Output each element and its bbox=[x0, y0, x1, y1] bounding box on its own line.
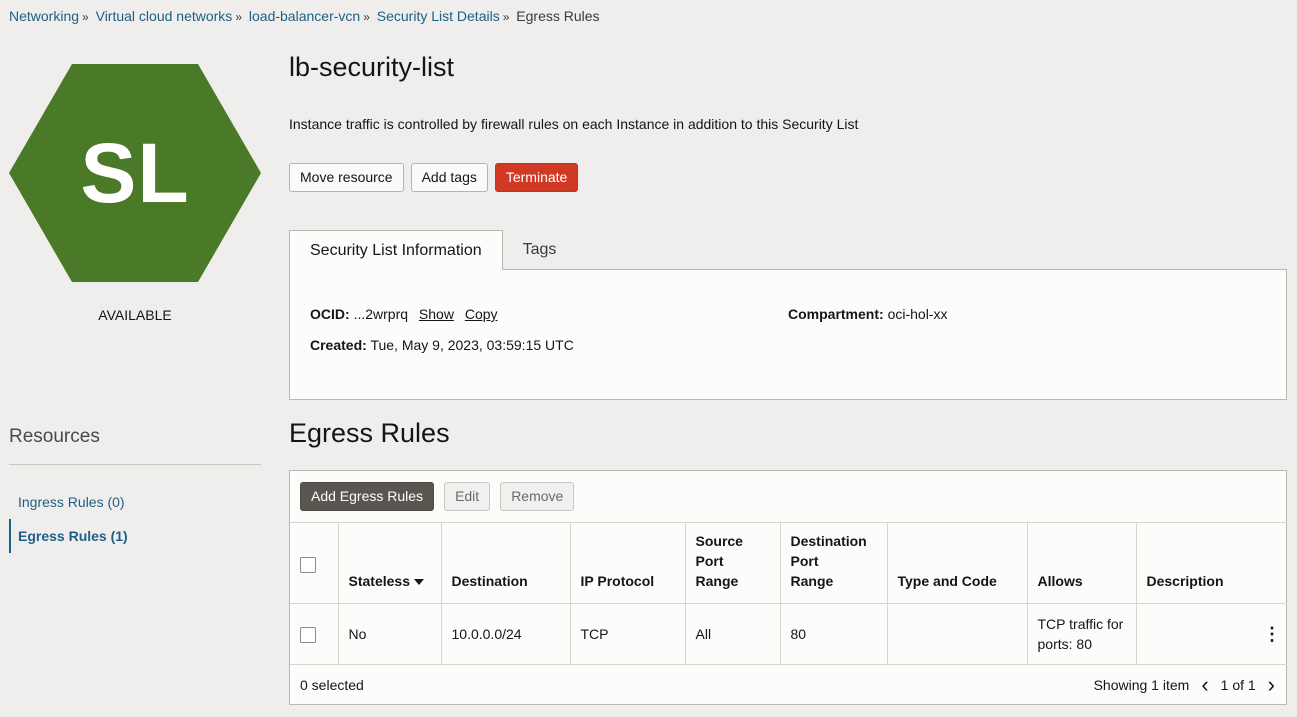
created-row: Created: Tue, May 9, 2023, 03:59:15 UTC bbox=[310, 337, 574, 353]
egress-rules-table: Stateless Destination IP Protocol Source… bbox=[290, 522, 1287, 665]
breadcrumb-networking[interactable]: Networking bbox=[9, 8, 79, 24]
sort-desc-icon bbox=[413, 579, 424, 586]
security-list-info-panel: OCID: ...2wrprq Show Copy Created: Tue, … bbox=[289, 269, 1287, 400]
select-all-header bbox=[290, 522, 339, 604]
column-destination: Destination bbox=[441, 522, 571, 604]
column-dest-port-line-1: Destination bbox=[790, 533, 867, 549]
table-row: No 10.0.0.0/24 TCP All 80 TCP traffic fo… bbox=[290, 603, 1287, 665]
table-toolbar: Add Egress Rules Edit Remove bbox=[300, 482, 575, 511]
row-actions-kebab-icon[interactable]: ⋮ bbox=[1263, 625, 1281, 643]
page-indicator: 1 of 1 bbox=[1220, 677, 1256, 693]
resources-sidebar: Resources Ingress Rules (0) Egress Rules… bbox=[9, 426, 261, 553]
sidebar-item-egress-rules[interactable]: Egress Rules (1) bbox=[9, 519, 261, 553]
add-egress-rules-button[interactable]: Add Egress Rules bbox=[300, 482, 435, 511]
tab-security-list-information[interactable]: Security List Information bbox=[289, 230, 503, 270]
ocid-label: OCID: bbox=[310, 306, 350, 322]
chevron-right-icon[interactable]: › bbox=[1268, 674, 1275, 696]
column-source-port-line-3: Range bbox=[695, 573, 739, 589]
table-header-row: Stateless Destination IP Protocol Source… bbox=[290, 522, 1287, 604]
column-dest-port-line-3: Range bbox=[790, 573, 834, 589]
compartment-value: oci-hol-xx bbox=[887, 306, 948, 322]
resources-heading: Resources bbox=[9, 426, 261, 465]
sidebar-item-ingress-rules[interactable]: Ingress Rules (0) bbox=[9, 485, 261, 519]
detail-tabs: Security List Information Tags bbox=[289, 230, 576, 270]
edit-button[interactable]: Edit bbox=[444, 482, 491, 511]
cell-stateless: No bbox=[338, 603, 442, 665]
row-select-cell bbox=[290, 603, 339, 665]
selected-count: 0 selected bbox=[300, 677, 364, 693]
column-dest-port-line-2: Port bbox=[790, 553, 819, 569]
egress-rules-table-panel: Add Egress Rules Edit Remove Stateless D… bbox=[289, 470, 1287, 705]
ocid-value: ...2wrprq bbox=[353, 306, 409, 322]
cell-ip-protocol: TCP bbox=[570, 603, 686, 665]
created-value: Tue, May 9, 2023, 03:59:15 UTC bbox=[370, 337, 574, 353]
terminate-button[interactable]: Terminate bbox=[494, 163, 579, 192]
cell-allows: TCP traffic for ports: 80 bbox=[1027, 603, 1137, 665]
breadcrumb-separator: » bbox=[502, 10, 510, 24]
showing-count: Showing 1 item bbox=[1093, 677, 1190, 693]
table-footer: 0 selected Showing 1 item ‹ 1 of 1 › bbox=[290, 672, 1287, 698]
cell-allows-line-1: TCP traffic for bbox=[1037, 616, 1124, 632]
add-tags-button[interactable]: Add tags bbox=[410, 163, 488, 192]
row-checkbox[interactable] bbox=[300, 627, 316, 644]
column-destination-port-range: Destination Port Range bbox=[780, 522, 888, 604]
cell-destination: 10.0.0.0/24 bbox=[441, 603, 571, 665]
column-ip-protocol: IP Protocol bbox=[570, 522, 686, 604]
column-stateless-label: Stateless bbox=[348, 573, 410, 589]
breadcrumb-current: Egress Rules bbox=[516, 8, 600, 24]
breadcrumb: Networking» Virtual cloud networks» load… bbox=[9, 8, 600, 24]
tab-tags[interactable]: Tags bbox=[503, 230, 577, 270]
hexagon-shape: SL bbox=[9, 64, 261, 282]
breadcrumb-security-list[interactable]: Security List Details bbox=[377, 8, 500, 24]
cell-description: ⋮ bbox=[1136, 604, 1287, 665]
breadcrumb-vcn[interactable]: load-balancer-vcn bbox=[249, 8, 360, 24]
move-resource-button[interactable]: Move resource bbox=[289, 163, 404, 192]
column-source-port-line-1: Source bbox=[695, 533, 743, 549]
cell-allows-line-2: ports: 80 bbox=[1037, 636, 1092, 652]
breadcrumb-separator: » bbox=[82, 10, 89, 24]
compartment-label: Compartment: bbox=[788, 306, 884, 322]
cell-source-port: All bbox=[685, 603, 781, 665]
remove-button[interactable]: Remove bbox=[500, 482, 575, 511]
breadcrumb-separator: » bbox=[235, 10, 242, 24]
page-title: lb-security-list bbox=[289, 52, 455, 82]
action-buttons: Move resource Add tags Terminate bbox=[289, 163, 579, 192]
column-stateless[interactable]: Stateless bbox=[338, 522, 442, 604]
ocid-copy-link[interactable]: Copy bbox=[465, 306, 498, 322]
column-source-port-line-2: Port bbox=[695, 553, 724, 569]
column-description: Description bbox=[1146, 573, 1224, 589]
resource-initials: SL bbox=[80, 125, 190, 220]
page-description: Instance traffic is controlled by firewa… bbox=[289, 116, 859, 132]
breadcrumb-separator: » bbox=[363, 10, 370, 24]
cell-destination-port: 80 bbox=[780, 603, 888, 665]
resource-hexagon-icon: SL bbox=[9, 64, 261, 282]
compartment-row: Compartment: oci-hol-xx bbox=[788, 306, 947, 322]
select-all-checkbox[interactable] bbox=[300, 557, 316, 574]
breadcrumb-vcns[interactable]: Virtual cloud networks bbox=[96, 8, 233, 24]
chevron-left-icon[interactable]: ‹ bbox=[1201, 674, 1208, 696]
ocid-row: OCID: ...2wrprq Show Copy bbox=[310, 306, 498, 322]
status-label: AVAILABLE bbox=[98, 307, 172, 323]
egress-rules-heading: Egress Rules bbox=[289, 418, 450, 448]
cell-type-and-code bbox=[887, 603, 1028, 665]
column-type-and-code: Type and Code bbox=[887, 522, 1028, 604]
ocid-show-link[interactable]: Show bbox=[419, 306, 454, 322]
column-source-port-range: Source Port Range bbox=[685, 522, 781, 604]
column-allows: Allows bbox=[1027, 522, 1137, 604]
pagination: Showing 1 item ‹ 1 of 1 › bbox=[1093, 674, 1275, 696]
created-label: Created: bbox=[310, 337, 367, 353]
